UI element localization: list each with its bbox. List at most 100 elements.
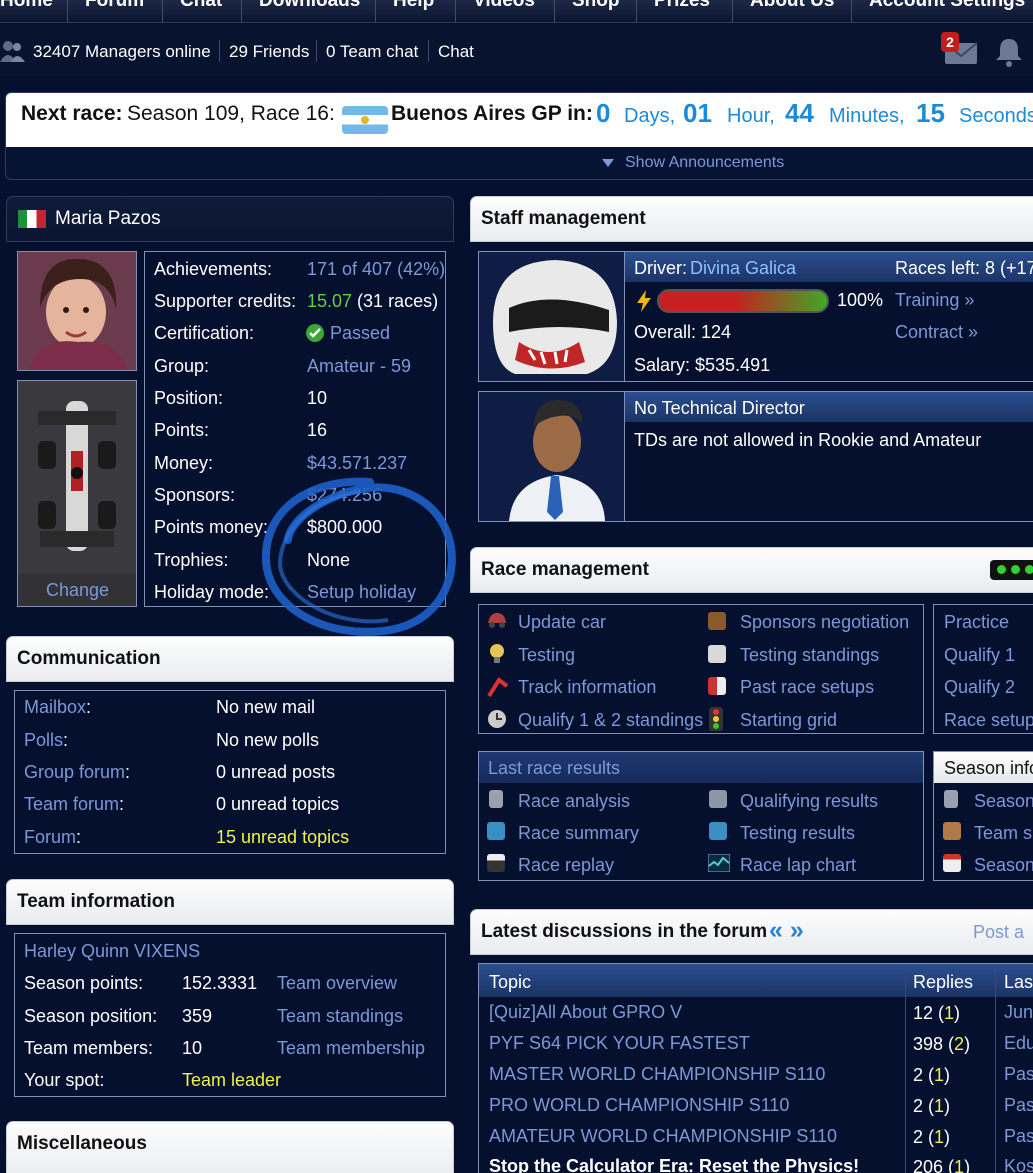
- nav-videos[interactable]: Videos: [473, 0, 535, 12]
- last-poster-link[interactable]: Kos: [1004, 1156, 1033, 1173]
- lightning-icon: [637, 290, 651, 312]
- qualifying-results-link[interactable]: Qualifying results: [740, 791, 878, 812]
- race-replay-link[interactable]: Race replay: [518, 855, 614, 876]
- team-membership-link[interactable]: Team membership: [277, 1038, 425, 1059]
- track-information-link[interactable]: Track information: [518, 677, 656, 698]
- gp-name[interactable]: Buenos Aires GP in:: [391, 102, 593, 126]
- contract-link[interactable]: Contract »: [895, 322, 978, 343]
- team-standings-link[interactable]: Team standings: [277, 1006, 403, 1027]
- starting-grid-link[interactable]: Starting grid: [740, 710, 837, 731]
- testing-standings-link[interactable]: Testing standings: [740, 645, 879, 666]
- chat-link[interactable]: Chat: [438, 42, 474, 62]
- show-announcements-link[interactable]: Show Announcements: [625, 154, 784, 172]
- certification-value[interactable]: Passed: [330, 323, 390, 344]
- team-name-link[interactable]: Harley Quinn VIXENS: [24, 941, 200, 962]
- nav-prizes[interactable]: Prizes: [654, 0, 710, 12]
- nav-help[interactable]: Help: [393, 0, 434, 12]
- last-poster-link[interactable]: Pas: [1004, 1095, 1033, 1116]
- season-points-value: 152.3331: [182, 973, 258, 993]
- team-overview-link[interactable]: Team overview: [277, 973, 397, 994]
- managers-online[interactable]: 32407 Managers online: [33, 42, 211, 62]
- forum-topic-link[interactable]: AMATEUR WORLD CHAMPIONSHIP S110: [489, 1126, 837, 1147]
- last-poster-link[interactable]: Jun: [1004, 1002, 1033, 1023]
- nav-home[interactable]: Home: [0, 0, 53, 12]
- team-members-value: 10: [182, 1038, 203, 1058]
- team-forum-link[interactable]: Team forum: [24, 794, 119, 814]
- next-race-label: Next race:: [21, 102, 123, 125]
- driver-label: Driver:: [634, 258, 687, 278]
- training-link[interactable]: Training »: [895, 290, 974, 311]
- reply-count: 206: [913, 1157, 944, 1173]
- mexico-flag-icon: [18, 210, 46, 228]
- qualify-standings-link[interactable]: Qualify 1 & 2 standings: [518, 710, 703, 731]
- qualify-1-link[interactable]: Qualify 1: [944, 645, 1015, 666]
- forum-topic-link[interactable]: PYF S64 PICK YOUR FASTEST: [489, 1033, 750, 1054]
- forum-topic-link[interactable]: Stop the Calculator Era: Reset the Physi…: [489, 1156, 859, 1173]
- topic-column-header: Topic: [489, 972, 532, 992]
- race-setup-link[interactable]: Race setup: [944, 710, 1033, 731]
- team-standings-season-link[interactable]: Team s: [974, 823, 1032, 844]
- sponsors-negotiation-link[interactable]: Sponsors negotiation: [740, 612, 909, 633]
- clipboard-icon: [708, 645, 726, 663]
- post-link[interactable]: Post a: [973, 922, 1024, 943]
- testing-link[interactable]: Testing: [518, 645, 575, 666]
- qualify-2-link[interactable]: Qualify 2: [944, 677, 1015, 698]
- avatar[interactable]: [17, 251, 137, 371]
- supporter-credits-value[interactable]: 15.07: [307, 291, 352, 311]
- driver-helmet[interactable]: [479, 252, 625, 381]
- column-divider: [995, 964, 996, 1173]
- team-members-label: Team members:: [24, 1038, 154, 1058]
- last-poster-link[interactable]: Pas: [1004, 1064, 1033, 1085]
- race-summary-link[interactable]: Race summary: [518, 823, 639, 844]
- new-replies-count: 1: [934, 1096, 945, 1116]
- race-mgmt-title: Race management: [481, 559, 649, 580]
- divider: [316, 40, 317, 62]
- last-poster-link[interactable]: Pas: [1004, 1126, 1033, 1147]
- past-race-setups-link[interactable]: Past race setups: [740, 677, 874, 698]
- forum-header: Latest discussions in the forum « » Post…: [470, 909, 1033, 955]
- nav-account-settings[interactable]: Account Settings: [869, 0, 1025, 12]
- bell-icon[interactable]: [993, 36, 1025, 68]
- achievements-value[interactable]: 171 of 407 (42%): [307, 259, 445, 280]
- race-analysis-link[interactable]: Race analysis: [518, 791, 630, 812]
- reply-count: 398: [913, 1034, 944, 1054]
- season-calendar-link[interactable]: Season: [974, 855, 1033, 876]
- change-car-link[interactable]: Change: [46, 580, 109, 601]
- forum-topic-link[interactable]: [Quiz]All About GPRO V: [489, 1002, 682, 1023]
- staff-header: Staff management: [470, 196, 1033, 242]
- manager-name[interactable]: Maria Pazos: [55, 208, 161, 230]
- column-divider: [905, 964, 906, 1173]
- friends-link[interactable]: 29 Friends: [229, 42, 309, 62]
- last-poster-link[interactable]: Edu: [1004, 1033, 1033, 1054]
- status-bar: 32407 Managers online 29 Friends 0 Team …: [0, 24, 1033, 76]
- driver-name-link[interactable]: Divina Galica: [690, 258, 796, 279]
- nav-chat[interactable]: Chat: [180, 0, 222, 12]
- practice-link[interactable]: Practice: [944, 612, 1009, 633]
- forum-link[interactable]: Forum: [24, 827, 76, 847]
- nav-forum[interactable]: Forum: [85, 0, 144, 12]
- reply-count: 2: [913, 1127, 924, 1147]
- team-forum-status: 0 unread topics: [216, 794, 340, 814]
- race-lap-chart-link[interactable]: Race lap chart: [740, 855, 856, 876]
- team-chat-link[interactable]: 0 Team chat: [326, 42, 418, 62]
- car-livery[interactable]: Change: [17, 380, 137, 607]
- nav-downloads[interactable]: Downloads: [259, 0, 360, 12]
- group-forum-link[interactable]: Group forum: [24, 762, 125, 782]
- testing-results-link[interactable]: Testing results: [740, 823, 855, 844]
- polls-link[interactable]: Polls: [24, 730, 63, 750]
- team-info-title: Team information: [17, 891, 175, 912]
- new-replies-count: 1: [934, 1065, 945, 1085]
- last-race-results-title[interactable]: Last race results: [488, 758, 620, 779]
- forum-unread[interactable]: 15 unread topics: [216, 827, 349, 848]
- season-link[interactable]: Season: [974, 791, 1033, 812]
- supporter-credits-label: Supporter credits:: [154, 291, 297, 311]
- nav-about-us[interactable]: About Us: [750, 0, 834, 12]
- nav-shop[interactable]: Shop: [572, 0, 620, 12]
- forum-topic-link[interactable]: MASTER WORLD CHAMPIONSHIP S110: [489, 1064, 825, 1085]
- polls-status: No new polls: [216, 730, 320, 750]
- mailbox-link[interactable]: Mailbox: [24, 697, 86, 717]
- update-car-link[interactable]: Update car: [518, 612, 606, 633]
- group-value[interactable]: Amateur - 59: [307, 356, 411, 377]
- forum-topic-link[interactable]: PRO WORLD CHAMPIONSHIP S110: [489, 1095, 789, 1116]
- forum-nav-arrows[interactable]: « »: [769, 916, 804, 945]
